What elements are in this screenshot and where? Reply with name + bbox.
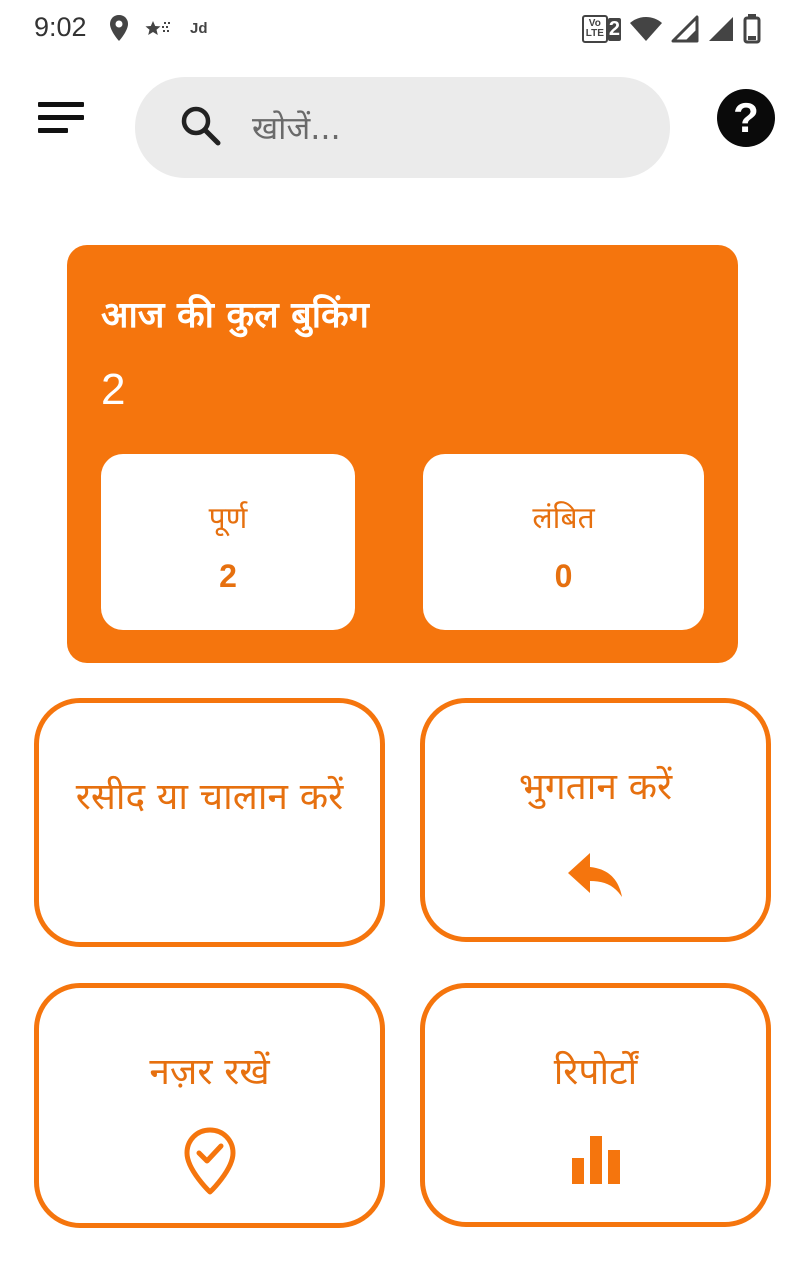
- track-tile[interactable]: नज़र रखें: [34, 983, 385, 1228]
- shooting-star-icon: [145, 21, 172, 35]
- reply-arrow-icon: [425, 851, 766, 903]
- pending-label: लंबित: [532, 501, 595, 536]
- receipt-invoice-tile[interactable]: रसीद या चालान करें: [34, 698, 385, 947]
- status-bar: 9:02 Jd Vo LTE 2: [0, 0, 805, 62]
- make-payment-tile[interactable]: भुगतान करें: [420, 698, 771, 942]
- wifi-icon: [630, 17, 662, 41]
- make-payment-label: भुगतान करें: [518, 765, 673, 808]
- pending-value: 0: [554, 558, 573, 594]
- status-left-icons: Jd: [108, 14, 208, 42]
- completed-stat-card[interactable]: पूर्ण 2: [101, 454, 355, 630]
- help-button[interactable]: ?: [717, 89, 775, 147]
- status-right-icons: Vo LTE 2: [581, 14, 761, 44]
- hamburger-menu-icon: [38, 102, 84, 107]
- carrier-tag: Jd: [190, 19, 208, 37]
- map-pin-check-icon: [39, 1126, 380, 1200]
- receipt-invoice-label: रसीद या चालान करें: [75, 775, 344, 818]
- search-icon: [181, 106, 221, 146]
- search-input[interactable]: [252, 105, 632, 151]
- track-label: नज़र रखें: [149, 1050, 270, 1093]
- battery-icon: [743, 14, 761, 44]
- volte-bottom-text: LTE: [585, 28, 604, 39]
- summary-title: आज की कुल बुकिंग: [101, 295, 369, 336]
- menu-button[interactable]: [38, 100, 84, 136]
- pending-stat-card[interactable]: लंबित 0: [423, 454, 704, 630]
- volte-icon: Vo LTE: [581, 15, 608, 43]
- location-icon: [110, 15, 128, 41]
- signal-icon: [709, 17, 733, 41]
- menu-line-2: [38, 115, 84, 120]
- completed-label: पूर्ण: [208, 501, 248, 536]
- menu-line-3: [38, 128, 68, 133]
- bookings-summary-card: आज की कुल बुकिंग 2 पूर्ण 2 लंबित 0: [67, 245, 738, 663]
- app-screen: 9:02 Jd Vo LTE 2 खोजें... ? आज की कुल बु…: [0, 0, 805, 1280]
- bar-chart-icon: [425, 1132, 766, 1190]
- status-time: 9:02: [34, 12, 87, 42]
- total-bookings-count: 2: [101, 365, 126, 414]
- completed-value: 2: [219, 558, 237, 594]
- sim-slot: 2: [607, 17, 621, 41]
- reports-label: रिपोर्टों: [553, 1050, 638, 1093]
- question-mark-icon: ?: [733, 94, 759, 141]
- signal-icon: [671, 15, 699, 43]
- reports-tile[interactable]: रिपोर्टों: [420, 983, 771, 1227]
